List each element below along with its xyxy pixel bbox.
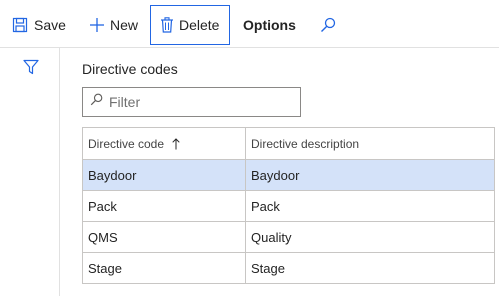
table-row[interactable]: Baydoor Baydoor <box>82 160 495 191</box>
main-content: Directive codes Directive code Dir <box>60 48 499 296</box>
action-pane: Save New Delete Options <box>0 0 499 48</box>
new-label: New <box>110 17 139 33</box>
cell-directive-code[interactable]: Pack <box>82 191 245 221</box>
filter-input[interactable] <box>109 94 289 110</box>
arrow-up-icon <box>172 137 180 150</box>
cell-directive-description[interactable]: Baydoor <box>245 160 495 190</box>
column-header-label: Directive code <box>88 136 165 151</box>
table-row[interactable]: Stage Stage <box>82 253 495 284</box>
cell-directive-description[interactable]: Quality <box>245 222 495 252</box>
options-tab[interactable]: Options <box>243 5 296 45</box>
table-row[interactable]: Pack Pack <box>82 191 495 222</box>
funnel-icon[interactable] <box>23 59 39 80</box>
new-button[interactable]: New <box>89 5 138 45</box>
page-title: Directive codes <box>82 61 178 77</box>
cell-directive-code[interactable]: QMS <box>82 222 245 252</box>
search-button[interactable] <box>320 5 336 45</box>
table-row[interactable]: QMS Quality <box>82 222 495 253</box>
options-label: Options <box>243 17 296 33</box>
column-header-directive-code[interactable]: Directive code <box>82 128 245 159</box>
column-header-label: Directive description <box>251 136 360 151</box>
search-icon <box>320 17 336 33</box>
cell-directive-description[interactable]: Pack <box>245 191 495 221</box>
filter-pane-rail <box>0 48 60 296</box>
column-header-directive-description[interactable]: Directive description <box>245 128 495 159</box>
grid-header-row: Directive code Directive description <box>82 128 495 160</box>
filter-box[interactable] <box>82 87 301 117</box>
trash-icon <box>160 17 174 33</box>
save-button[interactable]: Save <box>12 5 66 45</box>
directive-codes-grid: Directive code Directive description Bay… <box>82 127 495 284</box>
search-icon <box>83 93 103 111</box>
cell-directive-code[interactable]: Baydoor <box>82 160 245 190</box>
delete-label: Delete <box>179 17 220 33</box>
save-icon <box>12 17 28 33</box>
grid-body: Baydoor Baydoor Pack Pack QMS Quality St… <box>82 160 495 284</box>
cell-directive-description[interactable]: Stage <box>245 253 495 283</box>
save-label: Save <box>34 17 66 33</box>
plus-icon <box>89 17 105 33</box>
cell-directive-code[interactable]: Stage <box>82 253 245 283</box>
delete-button[interactable]: Delete <box>150 5 230 45</box>
